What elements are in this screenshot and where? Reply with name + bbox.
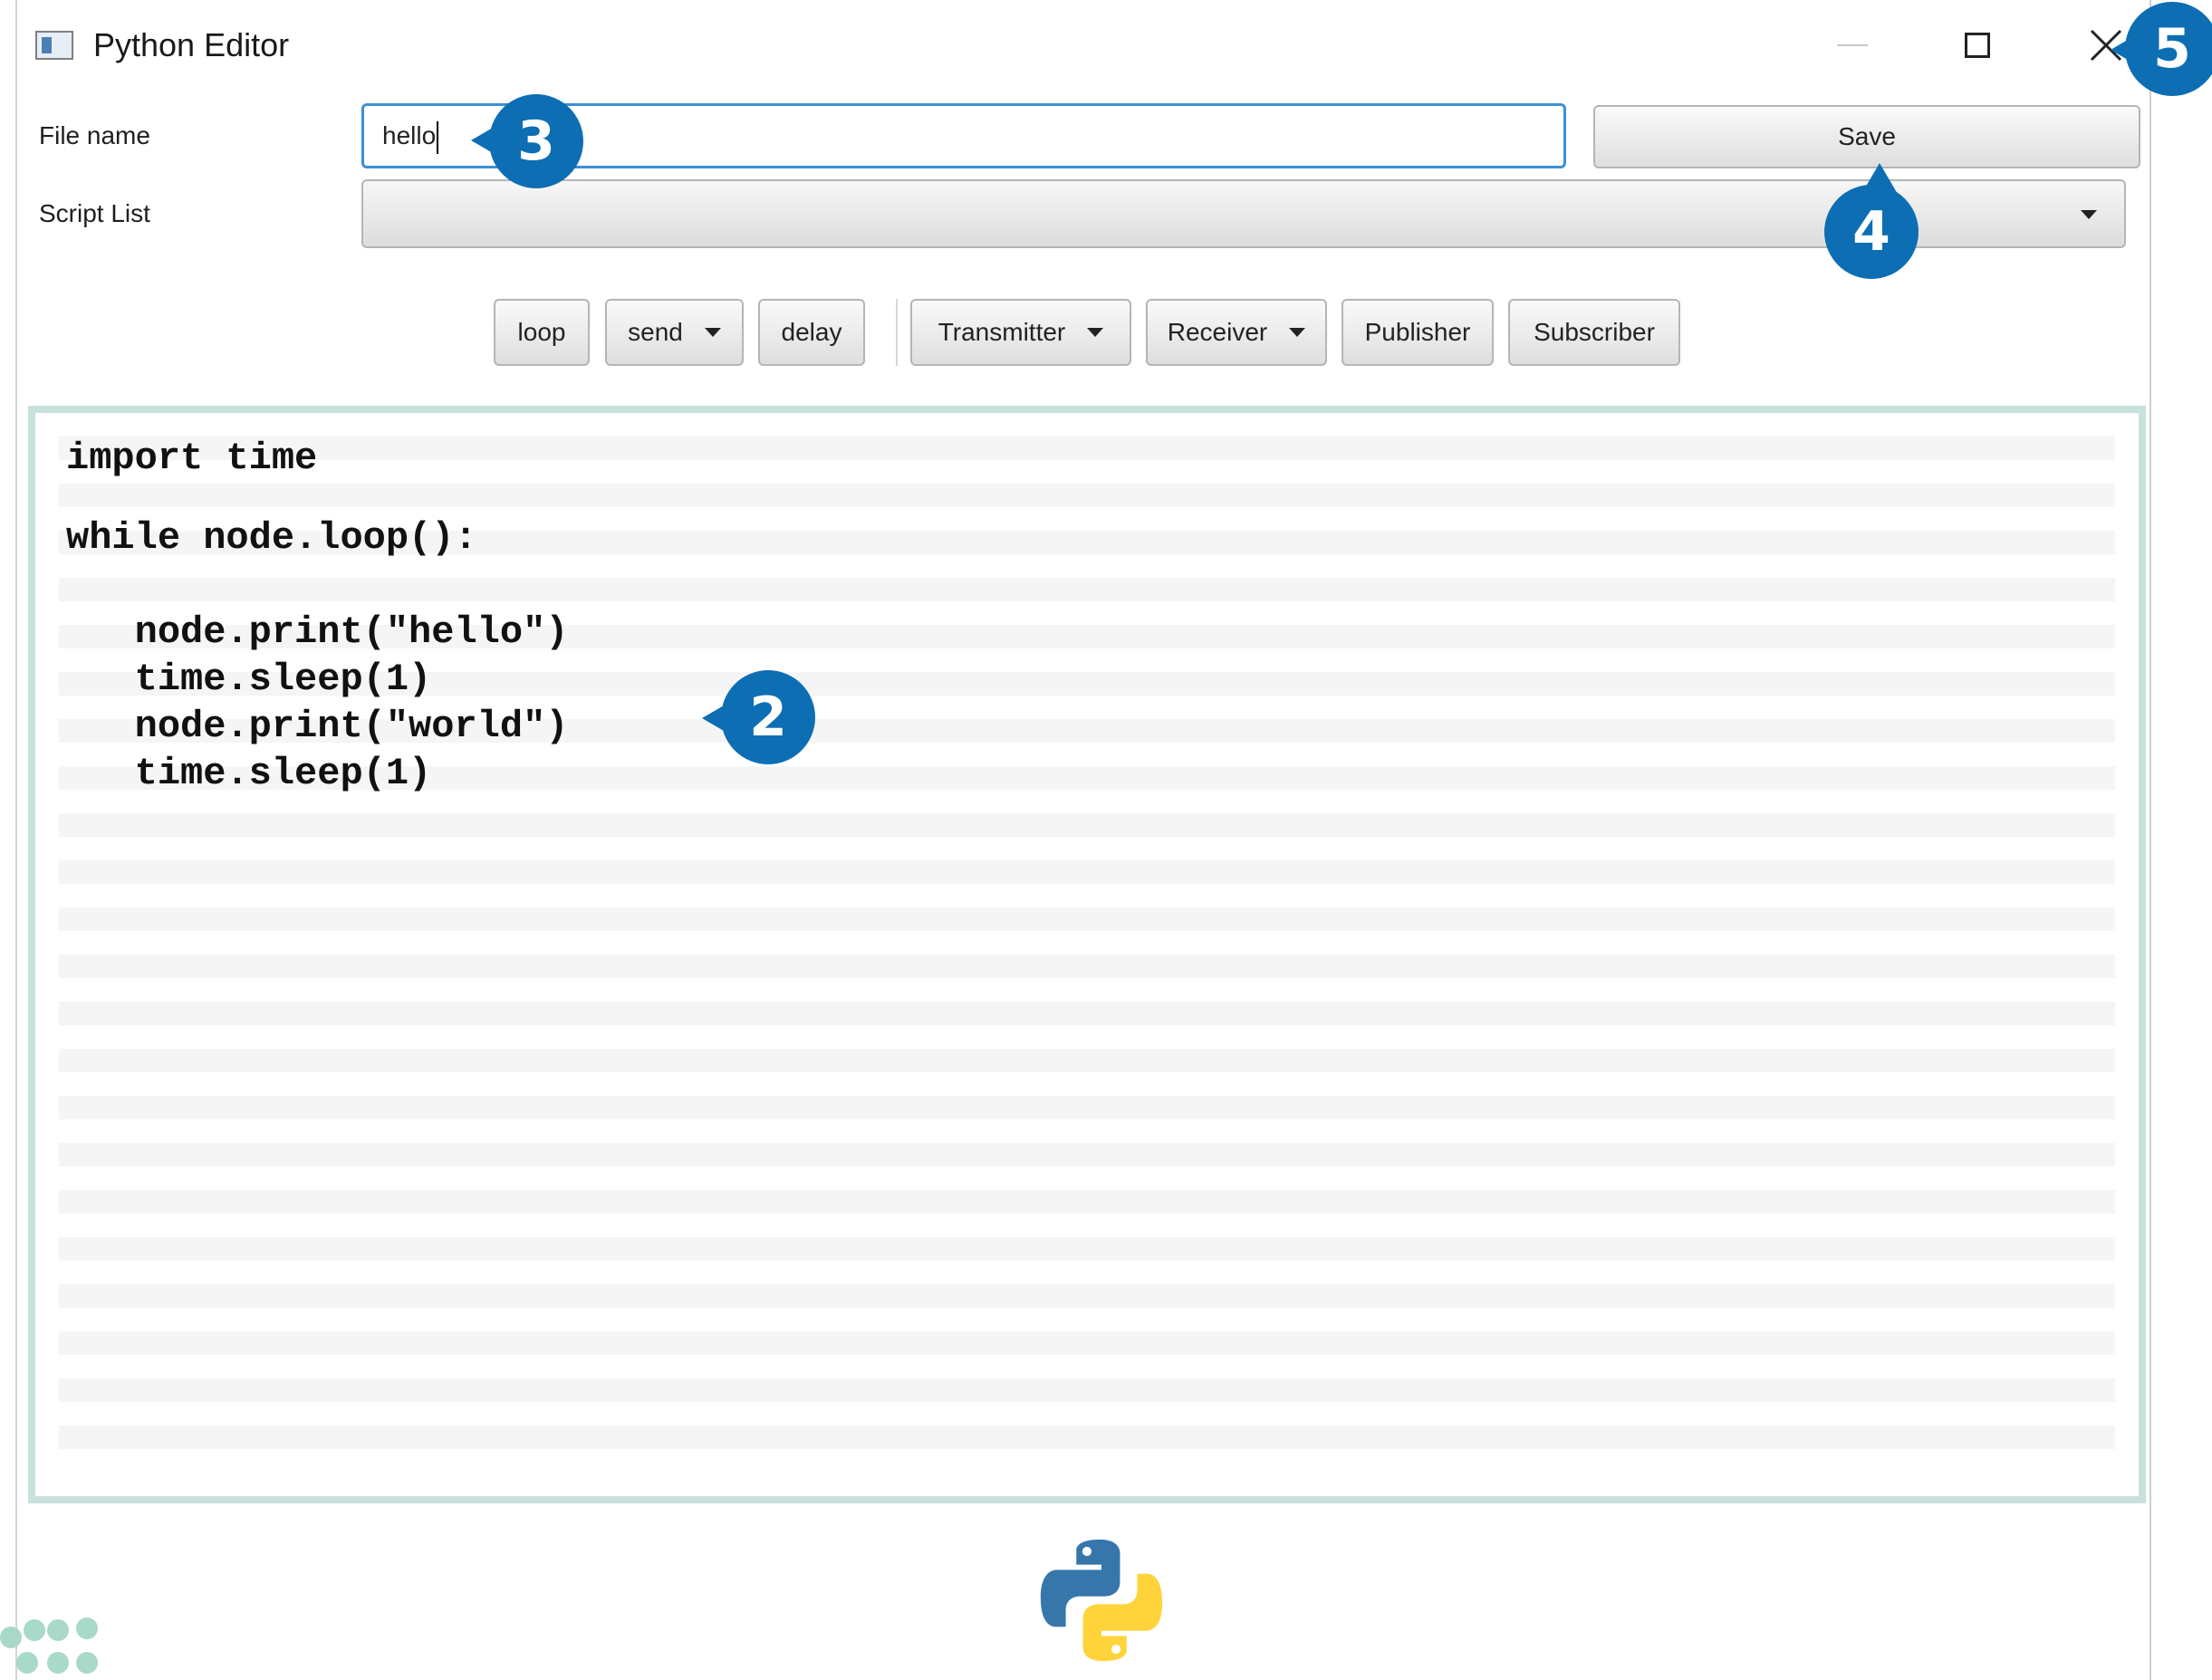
code-line: node.print("hello") bbox=[66, 610, 569, 654]
code-spacer bbox=[66, 482, 569, 514]
save-button-label: Save bbox=[1838, 122, 1896, 150]
chevron-down-icon bbox=[1289, 328, 1306, 337]
publisher-button[interactable]: Publisher bbox=[1342, 299, 1494, 366]
send-button-label: send bbox=[628, 318, 683, 346]
code-line: node.print("world") bbox=[66, 705, 569, 748]
loop-button[interactable]: loop bbox=[494, 299, 590, 366]
file-name-value: hello bbox=[382, 121, 437, 149]
minimize-button[interactable] bbox=[1798, 7, 1907, 83]
python-logo bbox=[1040, 1539, 1163, 1662]
publisher-button-label: Publisher bbox=[1364, 318, 1471, 346]
loop-button-label: loop bbox=[517, 318, 566, 346]
app-window-icon bbox=[35, 31, 73, 60]
code-line: time.sleep(1) bbox=[66, 658, 432, 701]
minimize-icon bbox=[1837, 44, 1868, 46]
save-button[interactable]: Save bbox=[1593, 105, 2140, 168]
transmitter-dropdown-button[interactable]: Transmitter bbox=[910, 299, 1131, 366]
toolbar-separator bbox=[896, 299, 898, 366]
text-caret bbox=[437, 120, 439, 154]
title-bar[interactable]: Python Editor bbox=[17, 0, 2149, 87]
delay-button[interactable]: delay bbox=[758, 299, 865, 366]
chevron-down-icon bbox=[1087, 328, 1104, 337]
chevron-down-icon bbox=[2081, 210, 2097, 219]
maximize-icon bbox=[1965, 33, 1990, 58]
receiver-button-label: Receiver bbox=[1167, 318, 1268, 346]
delay-button-label: delay bbox=[781, 318, 842, 346]
code-line: while node.loop(): bbox=[66, 516, 477, 560]
callout-badge-2: 2 bbox=[721, 670, 815, 764]
code-line: time.sleep(1) bbox=[66, 752, 432, 795]
decorative-dots bbox=[0, 1612, 109, 1680]
subscriber-button[interactable]: Subscriber bbox=[1508, 299, 1680, 366]
script-list-label: Script List bbox=[39, 199, 150, 227]
callout-badge-4: 4 bbox=[1824, 185, 1919, 279]
code-line: import time bbox=[66, 437, 318, 480]
code-text[interactable]: import time while node.loop(): node.print… bbox=[66, 435, 569, 797]
send-dropdown-button[interactable]: send bbox=[605, 299, 744, 366]
code-editor[interactable]: import time while node.loop(): node.print… bbox=[28, 406, 2146, 1503]
file-name-label: File name bbox=[39, 121, 150, 149]
receiver-dropdown-button[interactable]: Receiver bbox=[1146, 299, 1327, 366]
maximize-button[interactable] bbox=[1923, 7, 2032, 83]
callout-badge-5: 5 bbox=[2125, 2, 2212, 96]
callout-badge-3: 3 bbox=[489, 94, 583, 188]
transmitter-button-label: Transmitter bbox=[938, 318, 1066, 346]
subscriber-button-label: Subscriber bbox=[1534, 318, 1655, 346]
chevron-down-icon bbox=[704, 328, 721, 337]
window-title: Python Editor bbox=[93, 26, 290, 63]
